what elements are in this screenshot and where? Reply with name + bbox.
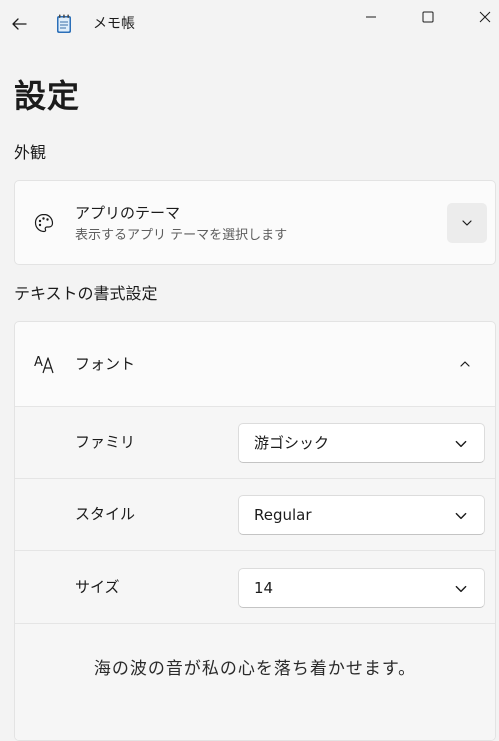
svg-text:A: A <box>34 355 43 370</box>
font-family-row: ファミリ 游ゴシック <box>15 407 495 479</box>
font-size-value: 14 <box>254 579 274 597</box>
font-style-value: Regular <box>254 506 312 524</box>
minimize-button[interactable] <box>348 0 394 34</box>
chevron-down-icon <box>455 440 467 448</box>
font-collapse-button[interactable] <box>455 354 475 374</box>
font-size-label: サイズ <box>75 578 120 596</box>
app-theme-description: 表示するアプリ テーマを選択します <box>75 228 288 243</box>
font-size-row: サイズ 14 <box>15 552 495 624</box>
maximize-button[interactable] <box>405 0 451 34</box>
font-family-value: 游ゴシック <box>254 434 330 452</box>
minimize-icon <box>366 16 376 18</box>
font-size-select[interactable]: 14 <box>238 568 485 608</box>
page-title: 設定 <box>14 77 81 115</box>
notepad-icon <box>57 14 71 33</box>
back-arrow-icon <box>12 18 27 30</box>
font-style-label: スタイル <box>75 505 136 523</box>
chevron-down-icon <box>455 512 467 520</box>
section-heading-text-format: テキストの書式設定 <box>14 284 158 303</box>
title-bar: メモ帳 <box>0 0 499 48</box>
font-card: A フォント ファミリ 游ゴシック スタイル Regular サイズ 14 海の… <box>14 321 496 741</box>
app-theme-card[interactable]: アプリのテーマ 表示するアプリ テーマを選択します <box>14 180 496 265</box>
app-title: メモ帳 <box>93 16 135 32</box>
section-heading-appearance: 外観 <box>14 143 47 162</box>
app-theme-title: アプリのテーマ <box>75 204 181 222</box>
close-button[interactable] <box>462 0 499 34</box>
chevron-down-icon <box>462 220 472 226</box>
app-theme-expand-button[interactable] <box>447 203 487 243</box>
palette-icon <box>34 213 54 233</box>
font-style-select[interactable]: Regular <box>238 495 485 535</box>
font-expander-header[interactable]: A フォント <box>15 322 495 406</box>
font-preview-text: 海の波の音が私の心を落ち着かせます。 <box>93 659 417 679</box>
close-icon <box>479 11 491 23</box>
font-icon: A <box>34 355 54 374</box>
font-title: フォント <box>75 355 136 373</box>
font-style-row: スタイル Regular <box>15 479 495 551</box>
chevron-down-icon <box>455 585 467 593</box>
font-family-select[interactable]: 游ゴシック <box>238 423 485 463</box>
chevron-up-icon <box>460 361 470 367</box>
font-settings-panel: ファミリ 游ゴシック スタイル Regular サイズ 14 海の波の音が私の心… <box>15 406 495 740</box>
font-family-label: ファミリ <box>75 433 136 451</box>
maximize-icon <box>422 11 434 23</box>
back-button[interactable] <box>8 10 30 38</box>
